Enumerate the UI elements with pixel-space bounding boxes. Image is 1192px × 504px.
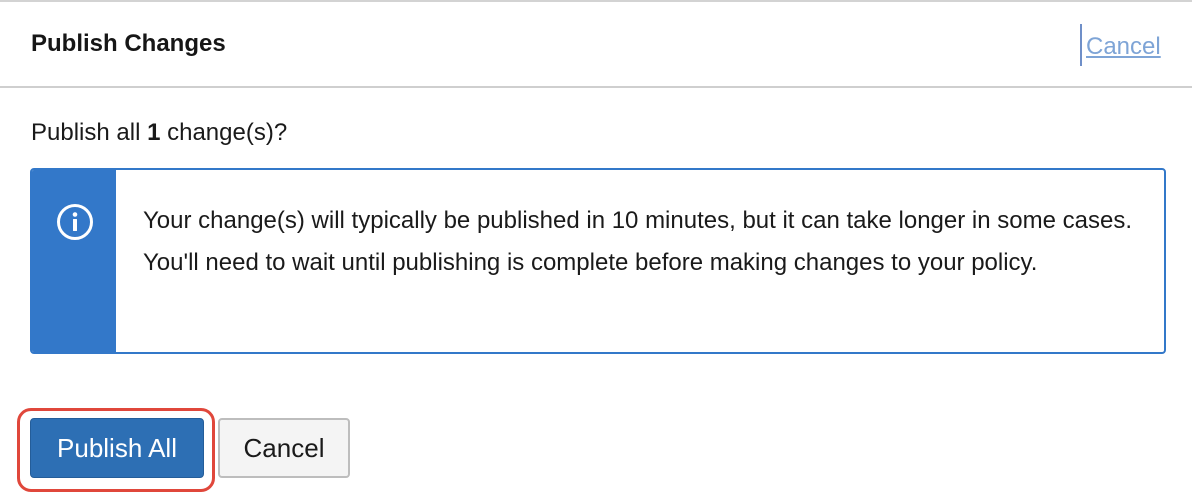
dialog-header: Publish Changes Cancel xyxy=(0,2,1192,88)
cancel-button[interactable]: Cancel xyxy=(218,418,350,478)
publish-question: Publish all 1 change(s)? xyxy=(31,119,287,147)
question-prefix: Publish all xyxy=(31,119,141,146)
info-alert: Your change(s) will typically be publish… xyxy=(30,168,1166,354)
question-suffix: change(s)? xyxy=(167,119,288,146)
header-cancel-link[interactable]: Cancel xyxy=(1080,24,1163,66)
change-count: 1 xyxy=(147,119,161,146)
info-circle-icon xyxy=(57,204,93,240)
publish-changes-dialog: Publish Changes Cancel Publish all 1 cha… xyxy=(0,0,1192,504)
dialog-title: Publish Changes xyxy=(31,30,226,57)
info-message: Your change(s) will typically be publish… xyxy=(143,207,1132,276)
publish-all-button[interactable]: Publish All xyxy=(30,418,204,478)
info-alert-sidebar xyxy=(32,170,116,352)
